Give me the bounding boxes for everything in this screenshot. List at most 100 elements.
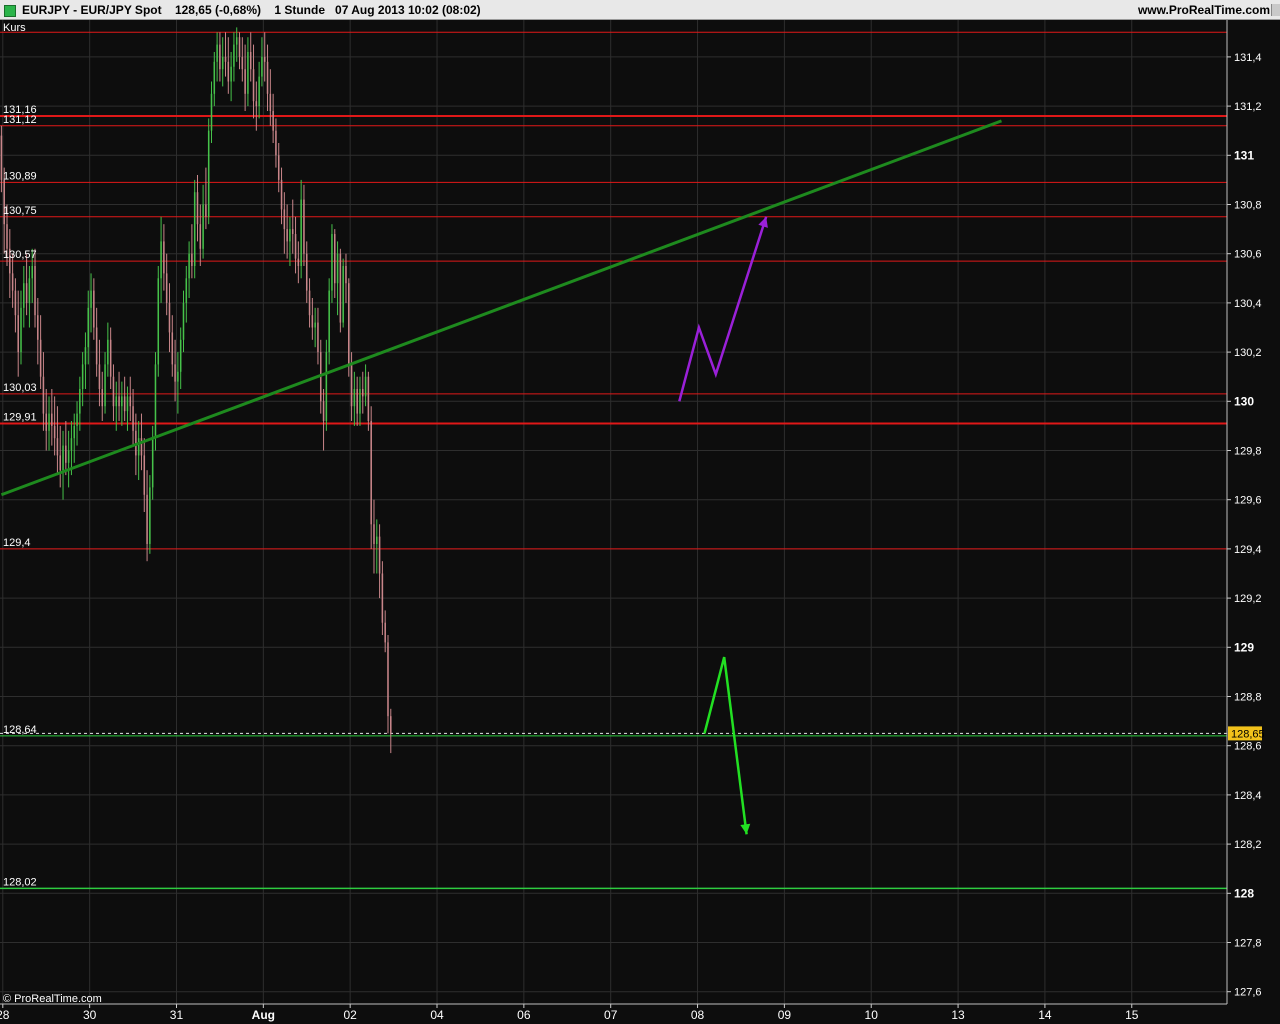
candle-body [160,241,162,279]
x-tick-label: Aug [252,1008,275,1022]
level-label: 131,12 [3,114,37,126]
brand-link[interactable]: www.ProRealTime.com [1138,3,1270,17]
candle-body [294,234,297,259]
candle-body [132,406,134,431]
candle-body [25,283,28,303]
candle-body [331,234,333,291]
candle-body [81,364,84,389]
candle-body [381,573,384,623]
candle-body [174,364,176,382]
level-label: 129,91 [3,411,37,423]
x-tick-label: 04 [430,1008,444,1022]
candle-body [336,253,339,284]
candle-body [149,487,151,544]
candle-body [390,716,392,734]
y-tick-label: 127,6 [1234,987,1262,999]
candle-body [126,396,129,412]
candle-body [101,389,104,407]
y-tick-label: 131 [1234,148,1254,162]
candle-body [182,302,185,340]
candle-body [3,179,5,225]
x-tick-label: 07 [604,1008,618,1022]
y-tick-label: 129,4 [1234,544,1262,556]
candle-body [93,290,95,328]
candle-body [353,389,356,407]
candle-body [84,347,87,365]
candle-body [179,339,182,372]
x-tick-label: 09 [778,1008,792,1022]
x-tick-label: 30 [83,1008,97,1022]
y-tick-label: 128,6 [1234,741,1262,753]
candle-body [297,258,300,266]
candle-body [165,273,168,303]
candle-body [269,93,272,112]
y-tick-label: 130,4 [1234,298,1262,310]
candle-body [280,179,283,210]
candle-body [121,396,123,407]
y-tick-label: 131,2 [1234,101,1262,113]
candle-body [325,352,328,421]
candle-body [34,266,36,316]
candle-body [118,396,120,407]
x-tick-label: 31 [170,1008,184,1022]
candle-body [11,273,14,291]
candle-body [213,61,216,94]
candle-body [191,253,193,266]
candle-body [202,204,204,249]
candle-body [171,332,174,365]
price-chart[interactable]: 131,4 131,2 131 130,8 130,6 130,4 130,2 130 129,… [0,20,1280,1024]
candle-body [339,253,342,323]
candle-body [370,420,372,525]
chart-icon [4,5,16,17]
candle-body [387,642,389,717]
candle-body [73,425,76,439]
datetime: 07 Aug 2013 10:02 (08:02) [335,3,481,17]
candle-body [291,229,294,235]
candle-body [154,364,157,439]
candle-body [59,455,61,471]
candle-body [53,425,56,439]
y-tick-label: 127,8 [1234,938,1262,950]
x-tick-label: 08 [691,1008,705,1022]
y-tick-label: 129,2 [1234,593,1262,605]
candle-body [233,44,235,67]
candle-body [311,315,314,328]
panel-handle[interactable] [1271,4,1280,16]
candle-body [283,209,286,230]
candle-body [314,322,316,328]
y-tick-label: 130,2 [1234,347,1262,359]
instrument-name: EURJPY - EUR/JPY Spot [22,3,162,17]
candle-body [221,56,224,70]
candle-body [87,307,90,348]
level-label: 130,57 [3,249,37,261]
y-tick-label: 130,8 [1234,200,1262,212]
candle-body [112,376,115,407]
candle-body [384,622,386,643]
last-price-badge-label: 128,65 [1231,728,1265,740]
candle-body [95,327,98,365]
candle-body [42,376,45,414]
candle-body [146,494,148,544]
candle-body [0,135,3,180]
candle-body [14,290,17,316]
candle-body [272,111,274,131]
candle-body [177,371,179,382]
x-tick-label: 02 [343,1008,357,1022]
candle-body [115,396,118,407]
candle-body [328,290,330,353]
chart-title-bar: EURJPY - EUR/JPY Spot 128,65 (-0,68%) 1 … [0,0,1280,20]
candle-body [62,445,64,471]
candle-body [216,44,218,62]
candle-body [98,364,101,389]
candle-body [137,438,140,456]
chart-title: EURJPY - EUR/JPY Spot 128,65 (-0,68%) 1 … [22,3,481,17]
candle-body [17,315,19,353]
candle-body [207,130,210,217]
candle-body [230,66,232,82]
y-tick-label: 129 [1234,640,1254,654]
y-tick-label: 129,6 [1234,495,1262,507]
candle-body [359,389,361,414]
candle-body [373,524,375,544]
candle-body [56,438,59,456]
candle-body [350,364,353,407]
